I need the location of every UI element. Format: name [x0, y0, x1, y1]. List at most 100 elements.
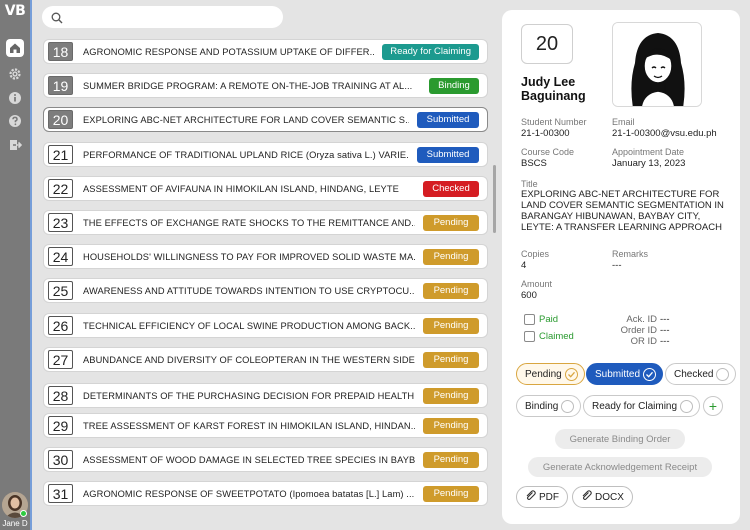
- manuscript-title: EXPLORING ABC-NET ARCHITECTURE FOR LAND …: [521, 189, 724, 233]
- detail-number: 20: [521, 24, 573, 64]
- submitted-label: Submitted: [595, 368, 641, 380]
- list-item[interactable]: 22 ASSESSMENT OF AVIFAUNA IN HIMOKILAN IS…: [43, 176, 488, 201]
- appointment-label: Appointment Date: [612, 147, 685, 157]
- student-photo: [612, 22, 702, 107]
- list-item[interactable]: 29 TREE ASSESSMENT OF KARST FOREST IN HIM…: [43, 413, 488, 438]
- home-icon[interactable]: [6, 39, 24, 57]
- item-title: HOUSEHOLDS' WILLINGNESS TO PAY FOR IMPRO…: [83, 251, 415, 262]
- status-badge: Pending: [423, 282, 479, 299]
- list-item[interactable]: 19 SUMMER BRIDGE PROGRAM: A REMOTE ON-THE…: [43, 73, 488, 98]
- item-number: 27: [48, 350, 73, 369]
- item-title: ASSESSMENT OF WOOD DAMAGE IN SELECTED TR…: [83, 454, 415, 465]
- item-title: AGRONOMIC RESPONSE AND POTASSIUM UPTAKE …: [83, 46, 375, 57]
- detail-panel: 20 Judy Lee Baguinang Student Number 21-…: [502, 10, 740, 524]
- email-label: Email: [612, 117, 635, 127]
- add-status-button[interactable]: +: [703, 396, 723, 416]
- status-ready-button[interactable]: Ready for Claiming: [583, 395, 701, 417]
- pending-label: Pending: [525, 368, 562, 380]
- logout-icon[interactable]: [6, 136, 24, 154]
- ack-id: ---: [660, 314, 670, 325]
- item-title: AWARENESS AND ATTITUDE TOWARDS INTENTION…: [83, 285, 415, 296]
- student-number-label: Student Number: [521, 117, 587, 127]
- info-icon[interactable]: [6, 89, 24, 107]
- student-number: 21-1-00300: [521, 128, 570, 139]
- paid-checkbox[interactable]: [524, 314, 535, 325]
- list-item[interactable]: 30 ASSESSMENT OF WOOD DAMAGE IN SELECTED …: [43, 447, 488, 472]
- order-id-label: Order ID: [620, 325, 657, 336]
- list-item[interactable]: 24 HOUSEHOLDS' WILLINGNESS TO PAY FOR IMP…: [43, 244, 488, 269]
- item-title: EXPLORING ABC-NET ARCHITECTURE FOR LAND …: [83, 114, 409, 125]
- course: BSCS: [521, 158, 547, 169]
- remarks: ---: [612, 260, 622, 271]
- check-icon: [564, 367, 578, 381]
- status-badge: Pending: [423, 248, 479, 265]
- list-item[interactable]: 23 THE EFFECTS OF EXCHANGE RATE SHOCKS TO…: [43, 210, 488, 235]
- paperclip-icon: [581, 490, 592, 504]
- copies: 4: [521, 260, 527, 271]
- list-item[interactable]: 28 DETERMINANTS OF THE PURCHASING DECISIO…: [43, 383, 488, 408]
- or-id: ---: [660, 336, 670, 347]
- item-number: 30: [48, 450, 73, 469]
- app-logo: VB: [4, 3, 26, 19]
- item-title: DETERMINANTS OF THE PURCHASING DECISION …: [83, 390, 415, 401]
- status-badge: Checked: [423, 180, 479, 197]
- status-binding-button[interactable]: Binding: [516, 395, 582, 417]
- or-id-label: OR ID: [630, 336, 657, 347]
- status-badge: Submitted: [417, 146, 479, 163]
- list-item[interactable]: 20 EXPLORING ABC-NET ARCHITECTURE FOR LAN…: [43, 107, 488, 132]
- status-submitted-button[interactable]: Submitted: [586, 363, 664, 385]
- course-label: Course Code: [521, 147, 575, 157]
- pdf-button[interactable]: PDF: [516, 486, 568, 508]
- item-number: 22: [48, 179, 73, 198]
- remarks-label: Remarks: [612, 249, 649, 259]
- help-icon[interactable]: [6, 112, 24, 130]
- ready-label: Ready for Claiming: [592, 400, 678, 412]
- item-title: SUMMER BRIDGE PROGRAM: A REMOTE ON-THE-J…: [83, 80, 413, 91]
- binding-label: Binding: [525, 400, 559, 412]
- copies-label: Copies: [521, 249, 550, 259]
- status-badge: Pending: [423, 451, 479, 468]
- list-item[interactable]: 18 AGRONOMIC RESPONSE AND POTASSIUM UPTAK…: [43, 39, 488, 64]
- list-item[interactable]: 26 TECHNICAL EFFICIENCY OF LOCAL SWINE PR…: [43, 313, 488, 338]
- generate-acknowledgement-button[interactable]: Generate Acknowledgement Receipt: [528, 457, 712, 477]
- status-badge: Ready for Claiming: [382, 43, 479, 60]
- empty-circle-icon: [680, 399, 694, 413]
- pdf-label: PDF: [539, 491, 559, 503]
- list-item[interactable]: 21 PERFORMANCE OF TRADITIONAL UPLAND RICE…: [43, 142, 488, 167]
- online-status-dot: [20, 510, 27, 517]
- status-badge: Binding: [429, 77, 479, 94]
- search-bar[interactable]: [42, 6, 283, 28]
- status-badge: Pending: [423, 417, 479, 434]
- status-checked-button[interactable]: Checked: [665, 363, 737, 385]
- user-name: Jane D: [2, 519, 28, 528]
- ack-id-label: Ack. ID: [626, 314, 657, 325]
- item-title: ABUNDANCE AND DIVERSITY OF COLEOPTERAN I…: [83, 354, 415, 365]
- email: 21-1-00300@vsu.edu.ph: [612, 128, 717, 139]
- generate-binding-order-button[interactable]: Generate Binding Order: [555, 429, 685, 449]
- docx-label: DOCX: [595, 491, 624, 503]
- item-number: 26: [48, 316, 73, 335]
- list-item[interactable]: 25 AWARENESS AND ATTITUDE TOWARDS INTENTI…: [43, 278, 488, 303]
- scrollbar[interactable]: [493, 165, 496, 233]
- item-number: 25: [48, 281, 73, 300]
- claimed-checkbox[interactable]: [524, 331, 535, 342]
- list-item[interactable]: 27 ABUNDANCE AND DIVERSITY OF COLEOPTERAN…: [43, 347, 488, 372]
- order-id: ---: [660, 325, 670, 336]
- divider: [30, 0, 32, 530]
- status-pending-button[interactable]: Pending: [516, 363, 585, 385]
- gear-icon[interactable]: [6, 65, 24, 83]
- status-badge: Pending: [423, 387, 479, 404]
- item-number: 29: [48, 416, 73, 435]
- status-badge: Pending: [423, 317, 479, 334]
- item-number: 21: [48, 145, 73, 164]
- item-number: 24: [48, 247, 73, 266]
- item-title: PERFORMANCE OF TRADITIONAL UPLAND RICE (…: [83, 149, 409, 160]
- amount: 600: [521, 290, 537, 301]
- empty-circle-icon: [716, 367, 730, 381]
- paperclip-icon: [525, 490, 536, 504]
- item-title: THE EFFECTS OF EXCHANGE RATE SHOCKS TO T…: [83, 217, 415, 228]
- list-item[interactable]: 31 AGRONOMIC RESPONSE OF SWEETPOTATO (Ipo…: [43, 481, 488, 506]
- item-number: 31: [48, 484, 73, 503]
- docx-button[interactable]: DOCX: [572, 486, 633, 508]
- paid-label: Paid: [539, 314, 559, 325]
